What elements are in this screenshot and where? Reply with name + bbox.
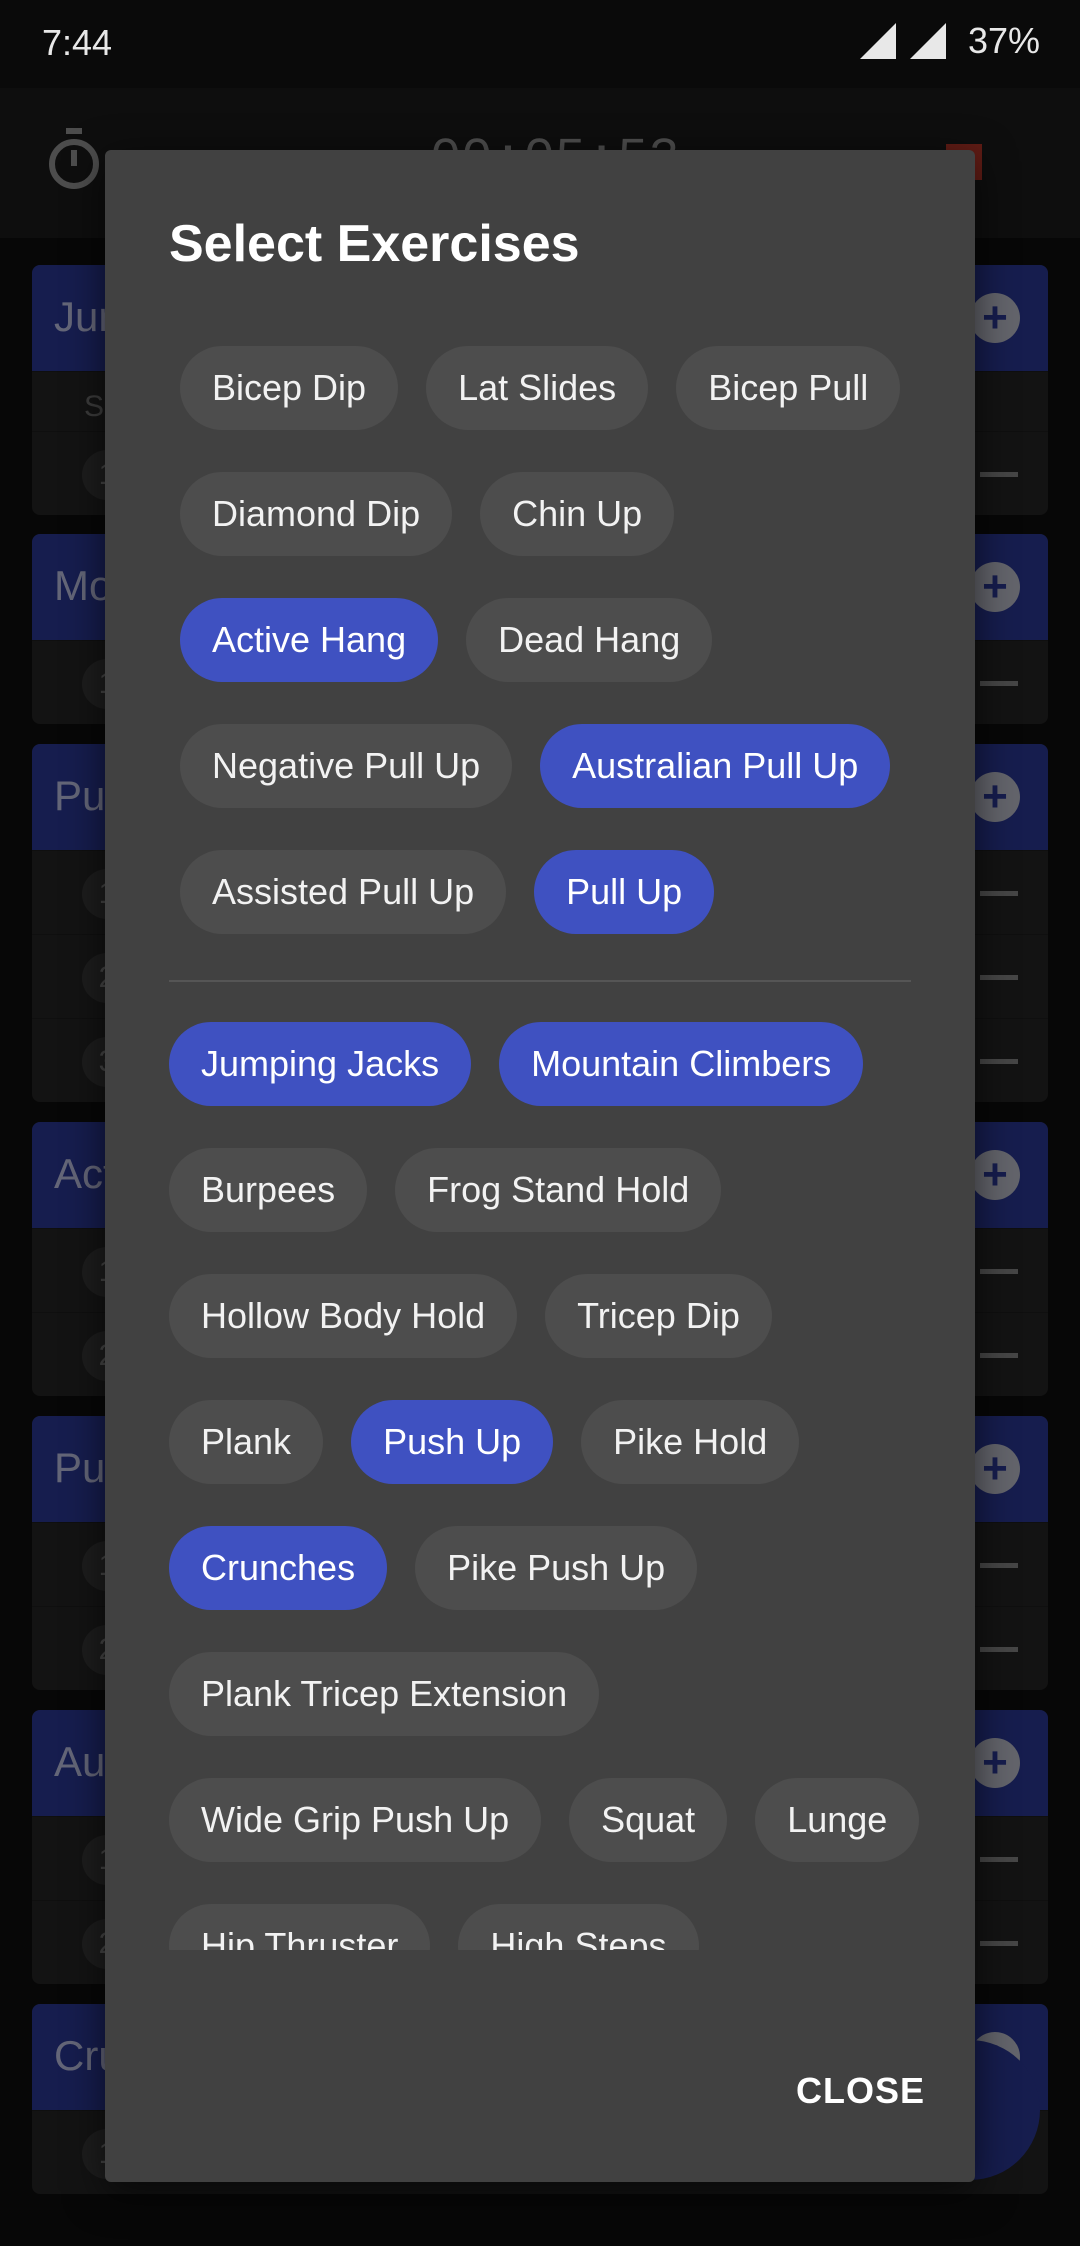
select-exercises-dialog: Select Exercises Bicep Dip Lat Slides Bice… <box>105 150 975 2182</box>
chip-row: Crunches Pike Push Up <box>169 1526 935 1652</box>
exercise-chip[interactable]: Australian Pull Up <box>540 724 891 808</box>
exercise-chip[interactable]: Pike Push Up <box>415 1526 698 1610</box>
exercise-chip[interactable]: Burpees <box>169 1148 368 1232</box>
exercise-chip[interactable]: Mountain Climbers <box>499 1022 864 1106</box>
wifi-signal-icon <box>859 23 896 59</box>
exercise-chip[interactable]: Lat Slides <box>426 346 649 430</box>
exercise-chip[interactable]: Dead Hang <box>466 598 713 682</box>
chip-row: Hollow Body Hold Tricep Dip <box>169 1274 935 1400</box>
exercise-chip[interactable]: Active Hang <box>180 598 439 682</box>
dialog-title: Select Exercises <box>169 215 580 273</box>
chip-row: Active Hang Dead Hang <box>180 598 935 724</box>
exercise-chip[interactable]: Tricep Dip <box>545 1274 772 1358</box>
exercise-chip[interactable]: Plank <box>169 1400 324 1484</box>
close-button[interactable]: CLOSE <box>796 2070 925 2112</box>
exercise-chip[interactable]: Lunge <box>755 1778 920 1862</box>
exercise-chip[interactable]: High Steps <box>458 1904 699 1950</box>
chip-group-primary: Bicep Dip Lat Slides Bicep Pull Diamond Dip… <box>105 336 975 976</box>
status-icons: 37% <box>859 20 1040 62</box>
exercise-chip[interactable]: Push Up <box>351 1400 554 1484</box>
exercise-chip[interactable]: Bicep Dip <box>180 346 399 430</box>
chip-row: Wide Grip Push Up Squat Lunge <box>169 1778 935 1904</box>
chip-row: Diamond Dip Chin Up <box>180 472 935 598</box>
exercise-chip[interactable]: Jumping Jacks <box>169 1022 472 1106</box>
exercise-chip[interactable]: Plank Tricep Extension <box>169 1652 600 1736</box>
exercise-chip[interactable]: Pull Up <box>534 850 715 934</box>
exercise-chip[interactable]: Assisted Pull Up <box>180 850 507 934</box>
chip-row: Jumping Jacks Mountain Climbers <box>169 1022 935 1148</box>
chip-row: Plank Tricep Extension <box>169 1652 935 1778</box>
cell-signal-icon <box>909 23 946 59</box>
chip-row: Bicep Dip Lat Slides Bicep Pull <box>180 346 935 472</box>
exercise-chip[interactable]: Crunches <box>169 1526 388 1610</box>
exercise-chip[interactable]: Negative Pull Up <box>180 724 513 808</box>
status-bar: 7:44 37% <box>0 0 1080 88</box>
exercise-chip[interactable]: Wide Grip Push Up <box>169 1778 542 1862</box>
chip-group-secondary: Jumping Jacks Mountain Climbers Burpees Fro… <box>105 982 975 1950</box>
chip-row: Hip Thruster High Steps <box>169 1904 935 1950</box>
exercise-chip[interactable]: Bicep Pull <box>676 346 901 430</box>
exercise-chip[interactable]: Pike Hold <box>581 1400 800 1484</box>
exercise-chip[interactable]: Hollow Body Hold <box>169 1274 518 1358</box>
chip-row: Burpees Frog Stand Hold <box>169 1148 935 1274</box>
exercise-chip-list[interactable]: Bicep Dip Lat Slides Bicep Pull Diamond Dip… <box>105 336 975 1950</box>
exercise-chip[interactable]: Hip Thruster <box>169 1904 431 1950</box>
exercise-chip[interactable]: Chin Up <box>480 472 675 556</box>
battery-percent: 37% <box>967 20 1040 61</box>
exercise-chip[interactable]: Squat <box>569 1778 728 1862</box>
status-time: 7:44 <box>42 22 113 63</box>
exercise-chip[interactable]: Diamond Dip <box>180 472 453 556</box>
chip-row: Plank Push Up Pike Hold <box>169 1400 935 1526</box>
chip-row: Assisted Pull Up Pull Up <box>180 850 935 976</box>
exercise-chip[interactable]: Frog Stand Hold <box>395 1148 722 1232</box>
chip-row: Negative Pull Up Australian Pull Up <box>180 724 935 850</box>
